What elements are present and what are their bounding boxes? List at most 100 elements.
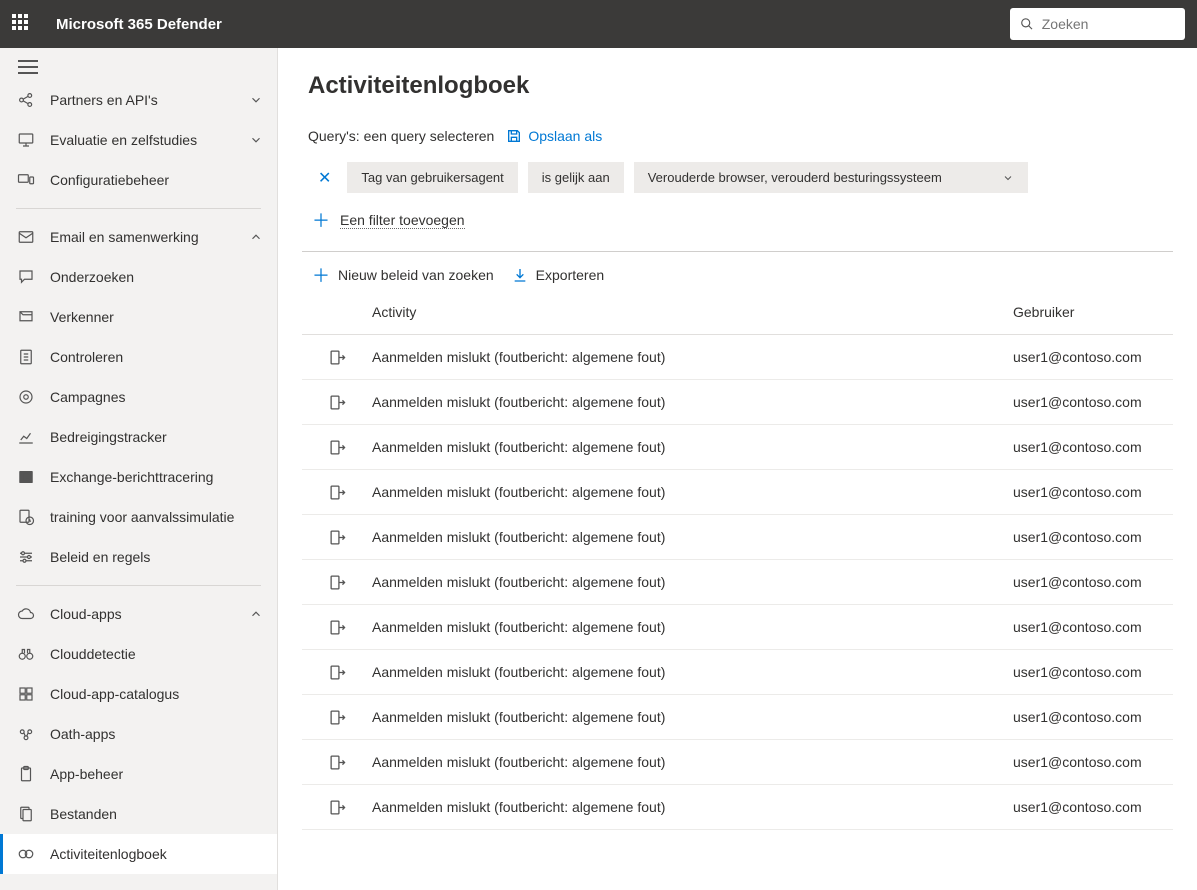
- new-policy-button[interactable]: ＋ Nieuw beleid van zoeken: [312, 262, 494, 288]
- sidebar-item-label: Oath-apps: [50, 726, 263, 742]
- sliders-icon: [16, 547, 36, 567]
- activity-table: Activity Gebruiker Aanmelden mislukt (fo…: [302, 294, 1173, 830]
- row-activity: Aanmelden mislukt (foutbericht: algemene…: [372, 709, 1013, 725]
- row-activity: Aanmelden mislukt (foutbericht: algemene…: [372, 529, 1013, 545]
- export-label: Exporteren: [536, 267, 604, 283]
- clipboard-icon: [16, 764, 36, 784]
- sidebar-item-bedreigingstracker[interactable]: Bedreigingstracker: [0, 417, 277, 457]
- col-user[interactable]: Gebruiker: [1013, 304, 1173, 320]
- table-row[interactable]: Aanmelden mislukt (foutbericht: algemene…: [302, 740, 1173, 785]
- sidebar-item-label: Activiteitenlogboek: [50, 846, 263, 862]
- table-row[interactable]: Aanmelden mislukt (foutbericht: algemene…: [302, 695, 1173, 740]
- sidebar-item-oath-apps[interactable]: Oath-apps: [0, 714, 277, 754]
- row-user: user1@contoso.com: [1013, 349, 1173, 365]
- filter-row: ✕ Tag van gebruikersagent is gelijk aan …: [302, 162, 1173, 193]
- search-box[interactable]: [1010, 8, 1185, 40]
- filter-chip-operator[interactable]: is gelijk aan: [528, 162, 624, 193]
- table-row[interactable]: Aanmelden mislukt (foutbericht: algemene…: [302, 380, 1173, 425]
- files-icon: [16, 804, 36, 824]
- app-launcher-icon[interactable]: [12, 14, 32, 34]
- row-activity: Aanmelden mislukt (foutbericht: algemene…: [372, 664, 1013, 680]
- filter-chip-field[interactable]: Tag van gebruikersagent: [347, 162, 517, 193]
- divider: [16, 585, 261, 586]
- table-row[interactable]: Aanmelden mislukt (foutbericht: algemene…: [302, 425, 1173, 470]
- signout-icon: [302, 574, 372, 591]
- row-user: user1@contoso.com: [1013, 529, 1173, 545]
- menu-toggle-icon[interactable]: [18, 60, 38, 74]
- row-user: user1@contoso.com: [1013, 754, 1173, 770]
- clear-filter-icon[interactable]: ✕: [312, 168, 337, 188]
- sidebar-item-cloud-app-catalogus[interactable]: Cloud-app-catalogus: [0, 674, 277, 714]
- col-activity[interactable]: Activity: [372, 304, 1013, 320]
- sidebar-item-training-voor-aanvalssimulatie[interactable]: training voor aanvalssimulatie: [0, 497, 277, 537]
- row-user: user1@contoso.com: [1013, 709, 1173, 725]
- row-user: user1@contoso.com: [1013, 574, 1173, 590]
- table-row[interactable]: Aanmelden mislukt (foutbericht: algemene…: [302, 515, 1173, 560]
- sidebar-item-onderzoeken[interactable]: Onderzoeken: [0, 257, 277, 297]
- divider: [302, 251, 1173, 252]
- target-icon: [16, 387, 36, 407]
- table-header: Activity Gebruiker: [302, 294, 1173, 335]
- sidebar-item-controleren[interactable]: Controleren: [0, 337, 277, 377]
- query-label: Query's: een query selecteren: [308, 128, 494, 144]
- save-as-label: Opslaan als: [528, 128, 602, 144]
- sidebar-item-label: Onderzoeken: [50, 269, 263, 285]
- explorer-icon: [16, 307, 36, 327]
- main-content: Activiteitenlogboek Query's: een query s…: [278, 48, 1197, 890]
- filter-chip-value[interactable]: Verouderde browser, verouderd besturings…: [634, 162, 1028, 193]
- sidebar-item-cloud-apps[interactable]: Cloud-apps: [0, 594, 277, 634]
- sidebar-item-label: Verkenner: [50, 309, 263, 325]
- topbar: Microsoft 365 Defender: [0, 0, 1197, 48]
- oath-icon: [16, 724, 36, 744]
- table-row[interactable]: Aanmelden mislukt (foutbericht: algemene…: [302, 470, 1173, 515]
- sidebar-item-app-beheer[interactable]: App-beheer: [0, 754, 277, 794]
- grid-icon: [16, 684, 36, 704]
- sidebar-item-label: Controleren: [50, 349, 263, 365]
- signout-icon: [302, 799, 372, 816]
- row-activity: Aanmelden mislukt (foutbericht: algemene…: [372, 439, 1013, 455]
- table-row[interactable]: Aanmelden mislukt (foutbericht: algemene…: [302, 560, 1173, 605]
- table-row[interactable]: Aanmelden mislukt (foutbericht: algemene…: [302, 335, 1173, 380]
- sidebar-item-email-en-samenwerking[interactable]: Email en samenwerking: [0, 217, 277, 257]
- sidebar-item-partners-en-api-s[interactable]: Partners en API's: [0, 80, 277, 120]
- sidebar-item-clouddetectie[interactable]: Clouddetectie: [0, 634, 277, 674]
- link-eye-icon: [16, 844, 36, 864]
- sidebar-item-label: Bestanden: [50, 806, 263, 822]
- row-user: user1@contoso.com: [1013, 394, 1173, 410]
- sidebar-item-label: training voor aanvalssimulatie: [50, 509, 263, 525]
- table-row[interactable]: Aanmelden mislukt (foutbericht: algemene…: [302, 650, 1173, 695]
- table-row[interactable]: Aanmelden mislukt (foutbericht: algemene…: [302, 605, 1173, 650]
- search-input[interactable]: [1042, 16, 1175, 32]
- sidebar-item-label: Beleid en regels: [50, 549, 263, 565]
- sidebar-item-label: Campagnes: [50, 389, 263, 405]
- sidebar-item-label: Evaluatie en zelfstudies: [50, 132, 235, 148]
- sidebar-item-activiteitenlogboek[interactable]: Activiteitenlogboek: [0, 834, 277, 874]
- row-activity: Aanmelden mislukt (foutbericht: algemene…: [372, 619, 1013, 635]
- sidebar-item-label: Configuratiebeheer: [50, 172, 263, 188]
- row-user: user1@contoso.com: [1013, 439, 1173, 455]
- sidebar-item-configuratiebeheer[interactable]: Configuratiebeheer: [0, 160, 277, 200]
- chevron-down-icon: [249, 93, 263, 107]
- devices-icon: [16, 170, 36, 190]
- sidebar-item-verkenner[interactable]: Verkenner: [0, 297, 277, 337]
- add-filter-button[interactable]: ＋ Een filter toevoegen: [302, 207, 1173, 233]
- sidebar-item-campagnes[interactable]: Campagnes: [0, 377, 277, 417]
- signout-icon: [302, 664, 372, 681]
- save-as-button[interactable]: Opslaan als: [506, 128, 602, 144]
- new-policy-label: Nieuw beleid van zoeken: [338, 267, 494, 283]
- sidebar-item-evaluatie-en-zelfstudies[interactable]: Evaluatie en zelfstudies: [0, 120, 277, 160]
- sidebar: Partners en API's Evaluatie en zelfstudi…: [0, 48, 278, 890]
- plus-icon: ＋: [312, 207, 330, 233]
- speech-icon: [16, 267, 36, 287]
- signout-icon: [302, 349, 372, 366]
- save-icon: [506, 128, 522, 144]
- doc-list-icon: [16, 347, 36, 367]
- sidebar-item-bestanden[interactable]: Bestanden: [0, 794, 277, 834]
- row-activity: Aanmelden mislukt (foutbericht: algemene…: [372, 484, 1013, 500]
- sidebar-item-exchange-berichttracering[interactable]: E Exchange-berichttracering: [0, 457, 277, 497]
- row-user: user1@contoso.com: [1013, 799, 1173, 815]
- export-button[interactable]: Exporteren: [512, 267, 604, 283]
- table-row[interactable]: Aanmelden mislukt (foutbericht: algemene…: [302, 785, 1173, 830]
- signout-icon: [302, 529, 372, 546]
- sidebar-item-beleid-en-regels[interactable]: Beleid en regels: [0, 537, 277, 577]
